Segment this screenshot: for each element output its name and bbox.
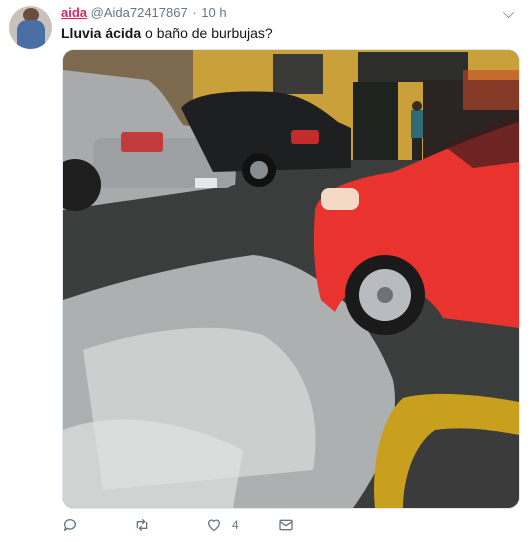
author-handle[interactable]: @Aida72417867 bbox=[91, 5, 188, 20]
separator-dot: · bbox=[192, 5, 197, 20]
avatar[interactable] bbox=[9, 6, 52, 49]
author-name[interactable]: aida bbox=[61, 5, 87, 20]
tweet[interactable]: aida @Aida72417867 · 10 h Lluvia ácida o… bbox=[0, 0, 528, 541]
like-count: 4 bbox=[232, 518, 239, 532]
envelope-icon bbox=[279, 519, 293, 531]
reply-icon bbox=[63, 519, 76, 531]
retweet-button[interactable] bbox=[134, 517, 150, 533]
direct-message-button[interactable] bbox=[278, 517, 294, 533]
like-button[interactable]: 4 bbox=[206, 517, 239, 533]
tweet-text: Lluvia ácida o baño de burbujas? bbox=[61, 24, 273, 42]
pedestrian bbox=[411, 110, 423, 138]
tweet-header: aida @Aida72417867 · 10 h bbox=[61, 5, 498, 23]
tweet-text-rest: o baño de burbujas? bbox=[141, 25, 273, 41]
reply-button[interactable] bbox=[62, 517, 78, 533]
timestamp[interactable]: 10 h bbox=[201, 5, 226, 20]
tweet-photo[interactable] bbox=[62, 49, 520, 509]
heart-icon bbox=[208, 519, 220, 531]
chevron-down-icon[interactable] bbox=[503, 7, 514, 18]
retweet-icon bbox=[136, 519, 148, 531]
tweet-text-bold: Lluvia ácida bbox=[61, 25, 142, 41]
